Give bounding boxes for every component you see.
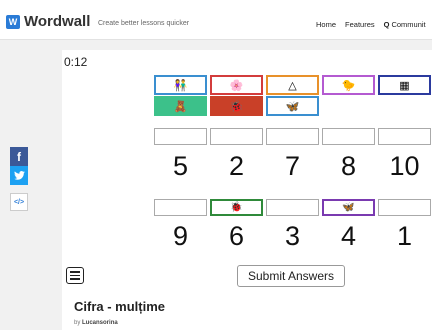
row1-number: 8 (340, 151, 357, 181)
menu-icon-line (70, 274, 80, 277)
answer-tile[interactable]: ▦ (378, 75, 431, 95)
embed-button[interactable]: </> (10, 193, 28, 211)
row1-number: 2 (228, 151, 245, 181)
row2-number: 4 (340, 221, 357, 251)
row2-number: 9 (172, 221, 189, 251)
activity-info: Cifra - mulțime by Lucansorina (62, 292, 432, 330)
nav-community[interactable]: Q Communit (384, 20, 426, 29)
by-label: by (74, 320, 81, 326)
ladybugs-icon: 🐞 (230, 202, 243, 213)
answer-tile[interactable]: 🐞 (210, 96, 263, 116)
top-bar: W Wordwall Create better lessons quicker… (0, 0, 432, 40)
row1-number: 7 (284, 151, 301, 181)
answer-tile[interactable]: 🐤 (322, 75, 375, 95)
main-nav: Home Features Q Communit (316, 20, 426, 29)
drop-zone[interactable] (322, 128, 375, 145)
drop-zone[interactable] (378, 128, 431, 145)
search-icon: Q (383, 20, 390, 29)
row2-number: 3 (284, 221, 301, 251)
row1-number: 10 (389, 151, 420, 181)
activity-panel: 0:12 👫 🌸 △ 🐤 ▦ 🧸 🐞 🦋 5 2 7 8 10 9 🐞 6 3 🦋 4 1 Submit Answ… (62, 50, 432, 292)
menu-icon-line (70, 271, 80, 273)
people-icon: 👫 (173, 79, 188, 92)
nav-community-label: Communit (391, 20, 426, 29)
chicks-icon: 🐤 (341, 79, 356, 92)
answer-tile[interactable]: 🌸 (210, 75, 263, 95)
drop-zone[interactable]: 🐞 (210, 199, 263, 216)
activity-title: Cifra - mulțime (74, 299, 166, 314)
menu-icon-line (70, 278, 80, 280)
drop-zone[interactable] (154, 128, 207, 145)
triangle-dots-icon: △ (288, 79, 297, 92)
drop-zone[interactable] (210, 128, 263, 145)
drop-zone[interactable] (266, 199, 319, 216)
nav-home[interactable]: Home (316, 20, 336, 29)
pattern-icon: ▦ (399, 79, 410, 92)
drop-zone[interactable] (378, 199, 431, 216)
facebook-share-button[interactable]: f (10, 147, 28, 166)
facebook-icon: f (17, 149, 21, 164)
row2-number: 6 (228, 221, 245, 251)
embed-icon: </> (13, 198, 25, 206)
submit-answers-button[interactable]: Submit Answers (237, 265, 345, 287)
logo-text: Wordwall (24, 13, 91, 30)
ladybug-icon: 🐞 (229, 100, 244, 113)
twitter-share-button[interactable] (10, 166, 28, 185)
drop-zone[interactable] (266, 128, 319, 145)
author-line: by Lucansorina (74, 320, 118, 326)
toys-icon: 🧸 (173, 100, 188, 113)
nav-features[interactable]: Features (345, 20, 375, 29)
tagline: Create better lessons quicker (98, 20, 190, 27)
butterflies-icon: 🦋 (285, 100, 300, 113)
answer-tile[interactable]: △ (266, 75, 319, 95)
answer-tile[interactable]: 🦋 (266, 96, 319, 116)
answer-tile[interactable]: 🧸 (154, 96, 207, 116)
drop-zone[interactable] (154, 199, 207, 216)
flower-icon: 🌸 (229, 79, 244, 92)
logo-icon: W (6, 14, 20, 29)
author-name[interactable]: Lucansorina (82, 320, 118, 326)
row2-number: 1 (396, 221, 413, 251)
wordwall-logo[interactable]: W Wordwall (6, 13, 90, 30)
drop-zone[interactable]: 🦋 (322, 199, 375, 216)
twitter-icon (13, 171, 25, 180)
timer: 0:12 (64, 55, 88, 69)
row1-number: 5 (172, 151, 189, 181)
menu-button[interactable] (66, 267, 84, 284)
answer-tile[interactable]: 👫 (154, 75, 207, 95)
butterflies-icon: 🦋 (342, 202, 355, 213)
